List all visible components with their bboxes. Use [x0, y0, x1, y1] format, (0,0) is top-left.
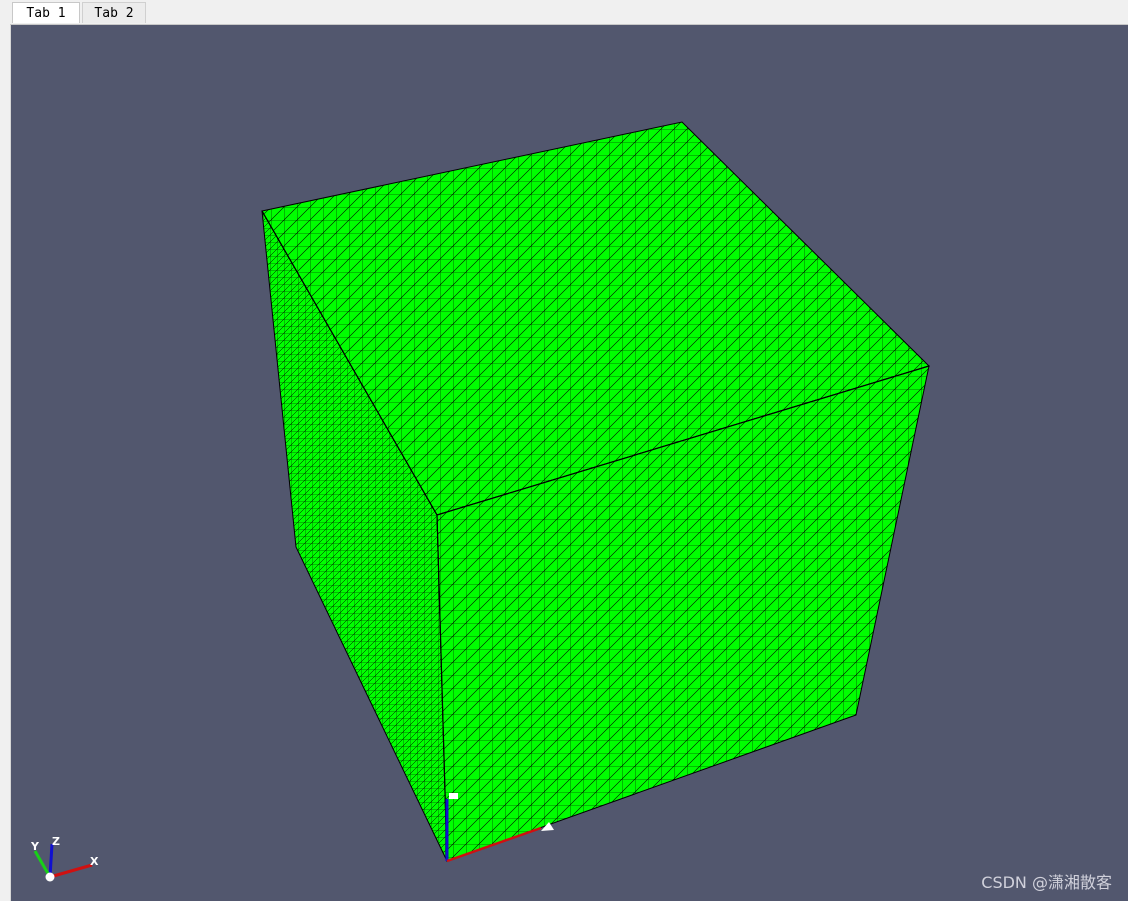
left-panel-edge [0, 0, 11, 901]
tab-1[interactable]: Tab 1 [12, 2, 80, 23]
orientation-axes: Z Y X [30, 835, 99, 882]
cube-mesh-scene: Z Y X [30, 121, 930, 882]
tab-bar: Tab 1 Tab 2 [10, 0, 1128, 25]
cube-mesh [261, 121, 930, 862]
tab-2[interactable]: Tab 2 [82, 2, 146, 23]
watermark-text: CSDN @潇湘散客 [981, 873, 1112, 892]
orientation-axis-x-label: X [90, 855, 99, 868]
orientation-axis-y-label: Y [30, 840, 40, 853]
render-viewport[interactable]: Z Y X CSDN @潇湘散客 [11, 25, 1128, 901]
orientation-axis-z-label: Z [52, 835, 60, 848]
